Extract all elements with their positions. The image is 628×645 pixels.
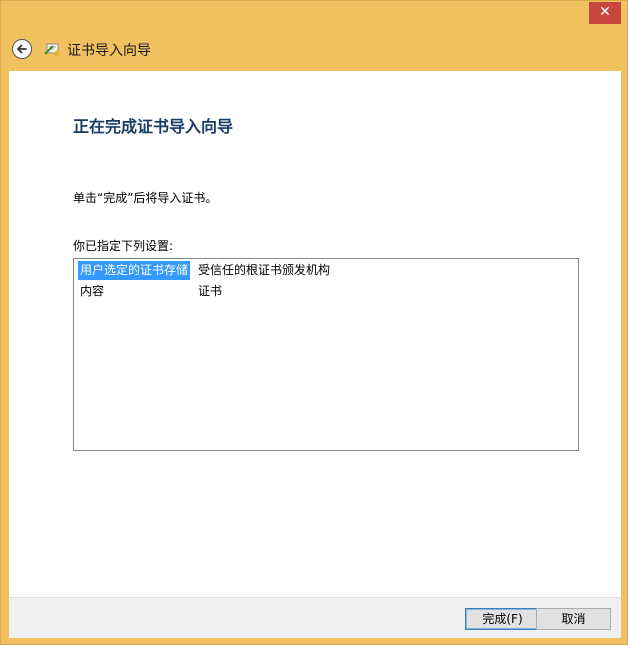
back-arrow-icon	[17, 44, 27, 54]
settings-list-label: 你已指定下列设置:	[73, 239, 174, 253]
window-title: 证书导入向导	[67, 43, 151, 59]
title-bar: 证书导入向导	[1, 25, 628, 71]
back-button[interactable]	[12, 39, 32, 59]
finish-button[interactable]: 完成(F)	[465, 608, 540, 630]
setting-value: 受信任的根证书颁发机构	[198, 263, 331, 277]
cancel-button[interactable]: 取消	[536, 608, 611, 630]
page-heading: 正在完成证书导入向导	[73, 117, 234, 136]
certificate-wizard-icon	[44, 43, 60, 56]
wizard-content: 正在完成证书导入向导 单击“完成”后将导入证书。 你已指定下列设置: 用户选定的…	[9, 71, 621, 638]
close-icon: ✕	[599, 4, 611, 20]
setting-name: 用户选定的证书存储	[78, 261, 191, 280]
wizard-window: ✕ 证书导入向导 正在完成证书导入向导 单击“完成”后将导入证书。 你已指定下列…	[0, 0, 628, 645]
settings-listbox[interactable]: 用户选定的证书存储 受信任的根证书颁发机构 内容 证书	[73, 258, 579, 451]
page-description: 单击“完成”后将导入证书。	[73, 191, 218, 205]
close-button[interactable]: ✕	[589, 2, 621, 24]
setting-value: 证书	[198, 284, 223, 298]
setting-name: 内容	[80, 284, 105, 298]
button-bar: 完成(F) 取消	[9, 597, 621, 638]
